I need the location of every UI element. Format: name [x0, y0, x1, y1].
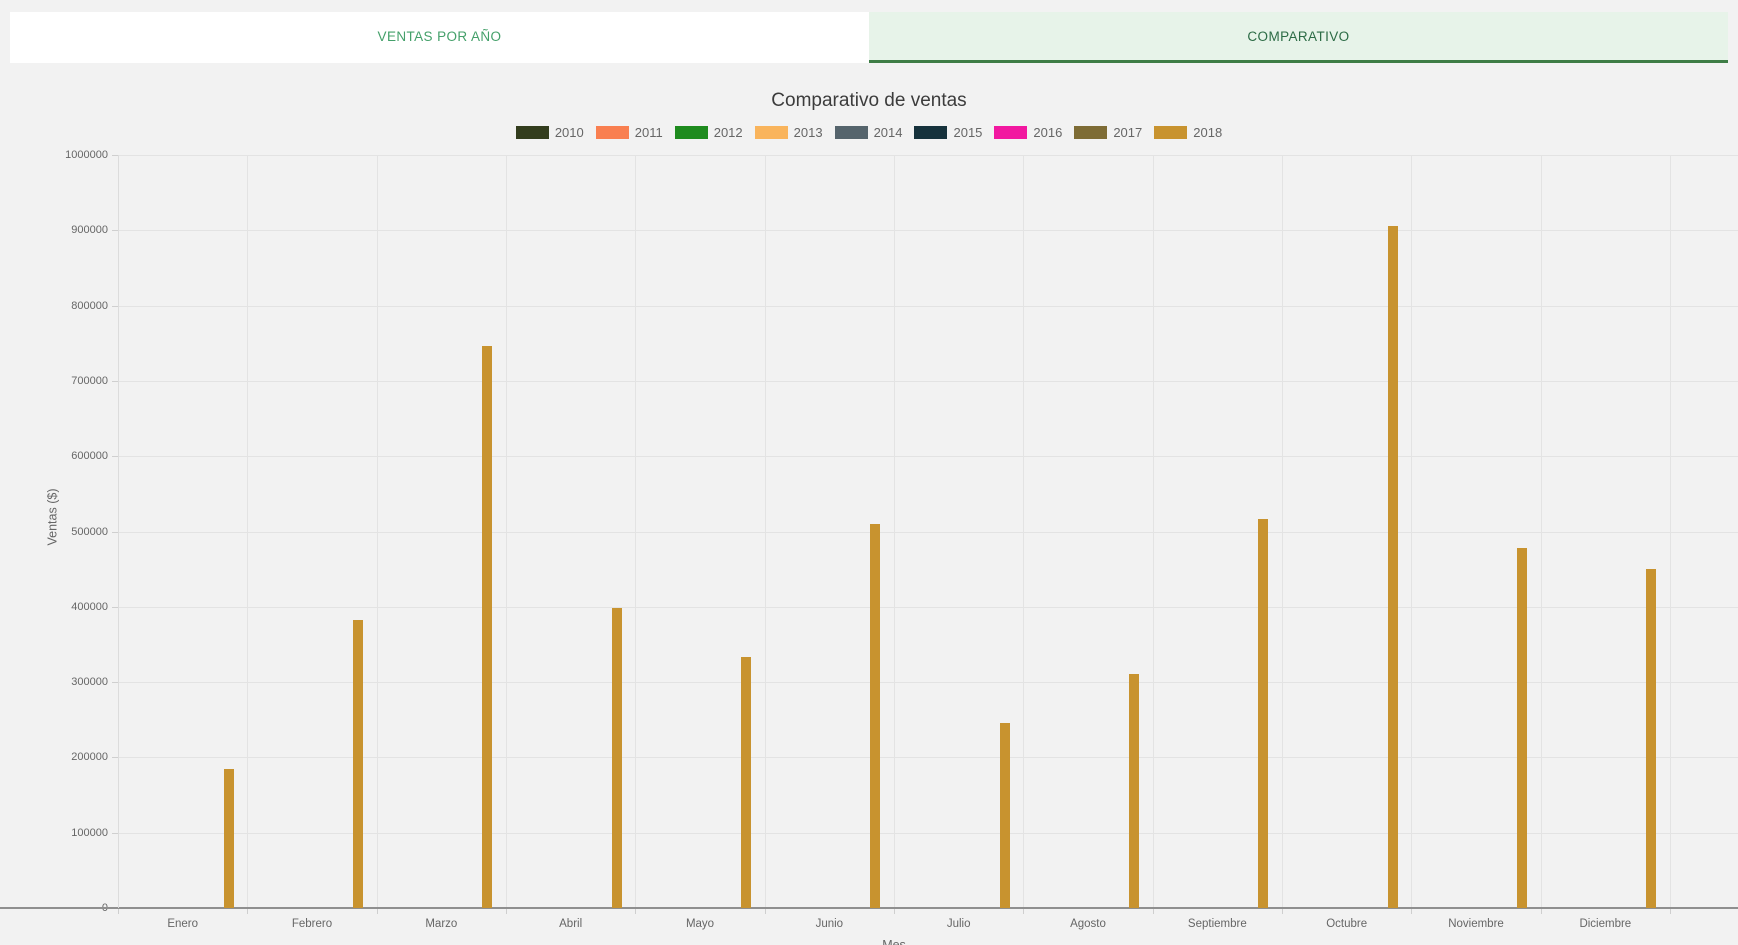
y-gridline: [118, 306, 1738, 307]
x-gridline: [1282, 155, 1283, 908]
x-gridline: [765, 155, 766, 908]
x-category-label: Enero: [123, 918, 243, 930]
bar-2018-febrero[interactable]: [353, 620, 363, 908]
bar-2018-agosto[interactable]: [1129, 674, 1139, 908]
x-gridline: [1541, 155, 1542, 908]
chart-title: Comparativo de ventas: [0, 90, 1738, 112]
y-gridline: [118, 532, 1738, 533]
x-category-label: Mayo: [640, 918, 760, 930]
x-category-label: Abril: [511, 918, 631, 930]
x-category-label: Marzo: [381, 918, 501, 930]
bar-2018-septiembre[interactable]: [1258, 519, 1268, 908]
y-tick-label: 400000: [38, 601, 108, 613]
legend-item-2016[interactable]: 2016: [994, 125, 1062, 140]
bar-2018-abril[interactable]: [612, 608, 622, 908]
x-category-label: Julio: [899, 918, 1019, 930]
legend-label: 2018: [1193, 125, 1222, 140]
legend-swatch-2018: [1154, 126, 1187, 139]
legend-swatch-2017: [1074, 126, 1107, 139]
bar-2018-diciembre[interactable]: [1646, 569, 1656, 908]
bar-2018-noviembre[interactable]: [1517, 548, 1527, 908]
x-gridline: [377, 155, 378, 908]
legend-swatch-2013: [755, 126, 788, 139]
y-gridline: [118, 607, 1738, 608]
bar-2018-julio[interactable]: [1000, 723, 1010, 908]
x-gridline: [1153, 155, 1154, 908]
x-category-label: Octubre: [1287, 918, 1407, 930]
legend-swatch-2014: [835, 126, 868, 139]
y-tick-label: 700000: [38, 375, 108, 387]
chart-legend: 2010 2011 2012 2013 2014 2015 2016 2017 2018: [0, 125, 1738, 140]
y-tick-label: 900000: [38, 224, 108, 236]
legend-swatch-2011: [596, 126, 629, 139]
legend-item-2015[interactable]: 2015: [914, 125, 982, 140]
y-gridline: [118, 230, 1738, 231]
x-gridline: [1670, 155, 1671, 908]
bar-2018-marzo[interactable]: [482, 346, 492, 908]
x-gridline: [506, 155, 507, 908]
legend-label: 2010: [555, 125, 584, 140]
y-tick-label: 300000: [38, 676, 108, 688]
bar-2018-junio[interactable]: [870, 524, 880, 908]
bar-2018-mayo[interactable]: [741, 657, 751, 908]
x-gridline: [635, 155, 636, 908]
app-root: VENTAS POR AÑO COMPARATIVO Comparativo d…: [0, 0, 1738, 945]
y-gridline: [118, 155, 1738, 156]
x-axis-line: [0, 907, 1738, 909]
y-tick-label: 1000000: [38, 149, 108, 161]
tab-ventas-por-ano[interactable]: VENTAS POR AÑO: [10, 12, 869, 63]
y-tick-label: 200000: [38, 751, 108, 763]
legend-item-2010[interactable]: 2010: [516, 125, 584, 140]
x-gridline: [247, 155, 248, 908]
legend-item-2018[interactable]: 2018: [1154, 125, 1222, 140]
legend-label: 2014: [874, 125, 903, 140]
legend-item-2012[interactable]: 2012: [675, 125, 743, 140]
legend-item-2013[interactable]: 2013: [755, 125, 823, 140]
legend-swatch-2012: [675, 126, 708, 139]
bar-2018-octubre[interactable]: [1388, 226, 1398, 908]
legend-label: 2017: [1113, 125, 1142, 140]
y-tick-label: 100000: [38, 827, 108, 839]
legend-label: 2012: [714, 125, 743, 140]
legend-swatch-2016: [994, 126, 1027, 139]
legend-swatch-2010: [516, 126, 549, 139]
x-category-label: Septiembre: [1157, 918, 1277, 930]
x-gridline: [1023, 155, 1024, 908]
tab-comparativo[interactable]: COMPARATIVO: [869, 12, 1728, 63]
legend-item-2011[interactable]: 2011: [596, 125, 663, 140]
legend-item-2014[interactable]: 2014: [835, 125, 903, 140]
legend-item-2017[interactable]: 2017: [1074, 125, 1142, 140]
legend-label: 2015: [953, 125, 982, 140]
legend-label: 2011: [635, 125, 663, 140]
legend-label: 2016: [1033, 125, 1062, 140]
x-category-label: Agosto: [1028, 918, 1148, 930]
x-category-label: Noviembre: [1416, 918, 1536, 930]
legend-swatch-2015: [914, 126, 947, 139]
y-tick-label: 500000: [38, 526, 108, 538]
legend-label: 2013: [794, 125, 823, 140]
y-tick-label: 600000: [38, 450, 108, 462]
y-tick-label: 800000: [38, 300, 108, 312]
y-gridline: [118, 381, 1738, 382]
x-gridline: [894, 155, 895, 908]
y-axis-line: [118, 155, 119, 908]
tab-bar: VENTAS POR AÑO COMPARATIVO: [10, 12, 1728, 63]
x-category-label: Febrero: [252, 918, 372, 930]
x-axis-title: Mes: [844, 938, 944, 945]
bar-2018-enero[interactable]: [224, 769, 234, 908]
x-category-label: Junio: [769, 918, 889, 930]
x-gridline: [1411, 155, 1412, 908]
x-category-label: Diciembre: [1545, 918, 1665, 930]
y-gridline: [118, 456, 1738, 457]
